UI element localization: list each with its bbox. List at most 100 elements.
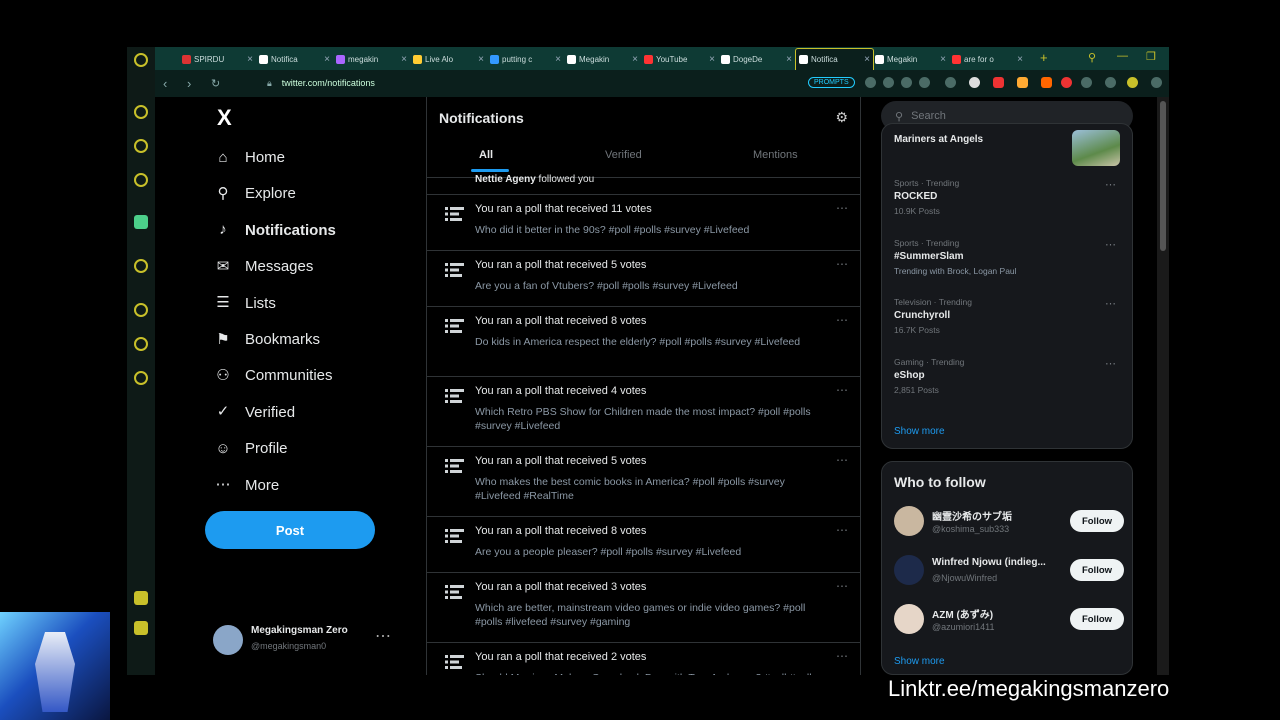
- follow-suggestion[interactable]: 幽霊沙希のサブ垢 @koshima_sub333 Follow: [894, 504, 1124, 540]
- extension-icon[interactable]: [1081, 77, 1092, 88]
- notification-snippet[interactable]: Do kids in America respect the elderly? …: [475, 335, 830, 349]
- url-bar[interactable]: 🔒︎ twitter.com/notifications: [267, 75, 807, 91]
- extension-icon[interactable]: [1105, 77, 1116, 88]
- tab-mentions[interactable]: Mentions: [753, 149, 798, 161]
- extension-icon[interactable]: [1061, 77, 1072, 88]
- notification-snippet[interactable]: Who did it better in the 90s? #poll #pol…: [475, 223, 830, 237]
- follow-notification[interactable]: Nettie Ageny followed you: [427, 174, 860, 195]
- more-icon[interactable]: ⋯: [375, 626, 391, 646]
- more-icon[interactable]: ⋯: [836, 313, 848, 327]
- tab-all[interactable]: All: [479, 149, 493, 161]
- extension-icon[interactable]: [1017, 77, 1028, 88]
- poll-notification[interactable]: You ran a poll that received 5 votes Who …: [427, 447, 860, 517]
- minimize-icon[interactable]: —: [1117, 50, 1128, 62]
- notification-snippet[interactable]: Should Morrison Make a Comeback Duo with…: [475, 671, 830, 675]
- search-tabs-icon[interactable]: ⚲: [1088, 51, 1096, 64]
- more-icon[interactable]: ⋯: [1105, 357, 1116, 370]
- restore-icon[interactable]: ❐: [1146, 50, 1156, 63]
- browser-tab[interactable]: SPIRDU ×: [179, 50, 256, 68]
- browser-tab[interactable]: Notifica ×: [795, 48, 874, 70]
- close-icon[interactable]: ×: [940, 54, 946, 65]
- prompts-badge[interactable]: PROMPTS: [808, 77, 855, 88]
- sidebar-app-icon[interactable]: [134, 337, 148, 351]
- trend-item[interactable]: Television · Trending Crunchyroll 16.7K Po…: [894, 297, 1122, 335]
- extension-icon[interactable]: [919, 77, 930, 88]
- close-icon[interactable]: ×: [247, 54, 253, 65]
- post-button[interactable]: Post: [205, 511, 375, 549]
- poll-notification[interactable]: You ran a poll that received 11 votes Who…: [427, 195, 860, 251]
- more-icon[interactable]: ⋯: [836, 579, 848, 593]
- reload-icon[interactable]: ↻: [211, 77, 220, 90]
- settings-icon[interactable]: ⚙: [835, 109, 848, 126]
- settings-icon[interactable]: [134, 371, 148, 385]
- close-icon[interactable]: ×: [864, 54, 870, 65]
- follow-button[interactable]: Follow: [1070, 559, 1124, 581]
- menu-icon[interactable]: [1151, 77, 1162, 88]
- show-more-link[interactable]: Show more: [894, 426, 945, 437]
- back-icon[interactable]: ‹: [163, 76, 167, 91]
- close-icon[interactable]: ×: [401, 54, 407, 65]
- more-icon[interactable]: ⋯: [836, 453, 848, 467]
- clock-icon[interactable]: [134, 303, 148, 317]
- nav-item-more[interactable]: ⋯ More: [215, 477, 280, 494]
- browser-tab[interactable]: megakin ×: [333, 50, 410, 68]
- close-icon[interactable]: ×: [709, 54, 715, 65]
- browser-tab[interactable]: Megakin ×: [872, 50, 949, 68]
- follow-button[interactable]: Follow: [1070, 608, 1124, 630]
- sidebar-app-icon[interactable]: [134, 591, 148, 605]
- close-icon[interactable]: ×: [786, 54, 792, 65]
- more-icon[interactable]: ⋯: [1105, 238, 1116, 251]
- browser-tab[interactable]: Live Alo ×: [410, 50, 487, 68]
- more-icon[interactable]: ⋯: [1105, 297, 1116, 310]
- forward-icon[interactable]: ›: [187, 76, 191, 91]
- follower-name[interactable]: Nettie Ageny: [475, 174, 536, 185]
- browser-tab[interactable]: are for o ×: [949, 50, 1026, 68]
- poll-notification[interactable]: You ran a poll that received 2 votes Shou…: [427, 643, 860, 675]
- sidebar-app-icon[interactable]: [134, 173, 148, 187]
- poll-notification[interactable]: You ran a poll that received 5 votes Are …: [427, 251, 860, 307]
- extension-icon[interactable]: [969, 77, 980, 88]
- browser-tab[interactable]: DogeDe ×: [718, 50, 795, 68]
- account-switcher[interactable]: Megakingsman Zero @megakingsman0 ⋯: [213, 622, 393, 658]
- nav-item-bookmarks[interactable]: ⚑ Bookmarks: [215, 331, 320, 348]
- notification-snippet[interactable]: Which Retro PBS Show for Children made t…: [475, 405, 830, 433]
- more-icon[interactable]: ⋯: [836, 523, 848, 537]
- close-icon[interactable]: ×: [1017, 54, 1023, 65]
- nav-item-verified[interactable]: ✓ Verified: [215, 404, 295, 421]
- more-icon[interactable]: ⋯: [836, 201, 848, 215]
- extension-icon[interactable]: [1127, 77, 1138, 88]
- extension-icon[interactable]: [865, 77, 876, 88]
- follow-button[interactable]: Follow: [1070, 510, 1124, 532]
- notification-snippet[interactable]: Who makes the best comic books in Americ…: [475, 475, 830, 503]
- more-icon[interactable]: ⋯: [836, 257, 848, 271]
- nav-item-home[interactable]: ⌂ Home: [215, 149, 285, 166]
- scrollbar[interactable]: [1157, 97, 1169, 675]
- trend-item[interactable]: Gaming · Trending eShop 2,851 Posts ⋯: [894, 357, 1122, 395]
- show-more-link[interactable]: Show more: [894, 656, 945, 667]
- nav-item-lists[interactable]: ☰ Lists: [215, 295, 276, 312]
- extension-icon[interactable]: [883, 77, 894, 88]
- browser-tab[interactable]: Megakin ×: [564, 50, 641, 68]
- close-icon[interactable]: ×: [478, 54, 484, 65]
- poll-notification[interactable]: You ran a poll that received 8 votes Do k…: [427, 307, 860, 377]
- sidebar-app-icon[interactable]: [134, 139, 148, 153]
- trend-item[interactable]: Sports · Trending #SummerSlam Trending wit…: [894, 238, 1122, 276]
- poll-notification[interactable]: You ran a poll that received 4 votes Whic…: [427, 377, 860, 447]
- nav-item-communities[interactable]: ⚇ Communities: [215, 367, 332, 384]
- sidebar-app-icon[interactable]: [134, 105, 148, 119]
- poll-notification[interactable]: You ran a poll that received 8 votes Are …: [427, 517, 860, 573]
- browser-logo-icon[interactable]: [134, 53, 148, 67]
- extension-icon[interactable]: [901, 77, 912, 88]
- sidebar-app-icon[interactable]: [134, 215, 148, 229]
- close-icon[interactable]: ×: [324, 54, 330, 65]
- trend-item[interactable]: Sports · Trending ROCKED 10.9K Posts ⋯: [894, 178, 1122, 216]
- nav-item-messages[interactable]: ✉ Messages: [215, 258, 314, 275]
- follow-suggestion[interactable]: AZM (あずみ) @azumiori1411 Follow: [894, 602, 1124, 638]
- close-icon[interactable]: ×: [555, 54, 561, 65]
- close-icon[interactable]: ×: [632, 54, 638, 65]
- notification-snippet[interactable]: Are you a people pleaser? #poll #polls #…: [475, 545, 830, 559]
- scrollbar-thumb[interactable]: [1160, 101, 1166, 251]
- x-logo-icon[interactable]: X: [217, 105, 232, 131]
- notification-snippet[interactable]: Which are better, mainstream video games…: [475, 601, 830, 629]
- extension-icon[interactable]: [993, 77, 1004, 88]
